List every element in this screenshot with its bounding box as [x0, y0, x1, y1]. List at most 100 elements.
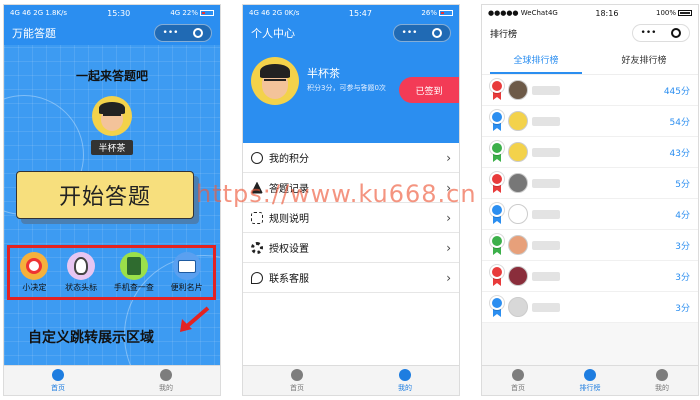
page-title: 个人中心 — [251, 27, 295, 40]
menu-label: 我的积分 — [269, 154, 309, 165]
more-icon[interactable]: ••• — [402, 28, 418, 38]
home-icon — [52, 368, 64, 381]
more-icon[interactable]: ••• — [641, 28, 657, 38]
tool-item[interactable]: 小决定 — [20, 252, 49, 293]
tab-friends-rank[interactable]: 好友排行榜 — [590, 45, 698, 74]
blurred-nickname — [532, 240, 560, 250]
tab-label: 排行榜 — [579, 383, 601, 392]
more-icon[interactable]: ••• — [163, 28, 179, 38]
tab-label: 我的 — [655, 383, 669, 392]
tab-label: 首页 — [511, 383, 525, 392]
rank-score: 3分 — [675, 241, 690, 252]
avatar — [508, 111, 528, 131]
screenshot-stage: 4G 46 2G 1.8K/s 15:30 4G 22% 万能答题 ••• 一起… — [0, 0, 700, 400]
status-time: 18:16 — [595, 8, 619, 18]
coins-icon — [251, 151, 263, 164]
close-circle-icon[interactable] — [671, 28, 682, 38]
home-icon — [291, 368, 303, 381]
status-left: 4G 46 2G 1.8K/s — [10, 9, 68, 17]
phone-profile: 4G 46 2G 0K/s 15:47 26% 个人中心 ••• 半杯茶 积分3… — [242, 4, 460, 396]
rank-score: 4分 — [675, 210, 690, 221]
battery-icon — [200, 10, 214, 16]
medal-icon — [490, 110, 504, 132]
blurred-nickname — [532, 116, 560, 126]
status-bar: 4G 46 2G 0K/s 15:47 26% — [243, 5, 459, 21]
menu-label: 授权设置 — [269, 244, 309, 255]
tab-home[interactable]: 首页 — [4, 366, 112, 395]
menu-item[interactable]: 我的积分 › — [243, 143, 459, 173]
tab-home[interactable]: 首页 — [482, 366, 554, 395]
signed-in-button[interactable]: 已签到 — [399, 77, 459, 103]
tab-label: 我的 — [159, 383, 173, 392]
rank-row[interactable]: 54分 — [482, 106, 698, 137]
tab-global-rank[interactable]: 全球排行榜 — [482, 45, 590, 74]
tool-item[interactable]: 状态头标 — [65, 252, 97, 293]
medal-icon — [490, 296, 504, 318]
rank-score: 3分 — [675, 272, 690, 283]
menu-item[interactable]: 答题记录 › — [243, 173, 459, 203]
tab-mine[interactable]: 我的 — [112, 366, 220, 395]
record-icon — [251, 181, 263, 194]
nav-bar: 个人中心 ••• — [243, 21, 459, 45]
menu-item[interactable]: 规则说明 › — [243, 203, 459, 233]
subtitle: 一起来答题吧 — [75, 69, 148, 83]
miniprogram-capsule[interactable]: ••• — [632, 24, 690, 42]
miniprogram-capsule[interactable]: ••• — [393, 24, 451, 42]
user-icon — [656, 368, 668, 381]
tab-bar: 首页 我的 — [4, 365, 220, 395]
chevron-right-icon: › — [446, 240, 451, 255]
notebook-icon — [119, 252, 148, 280]
nickname: 半杯茶 — [307, 67, 340, 80]
rank-row[interactable]: 5分 — [482, 168, 698, 199]
tab-rank[interactable]: 排行榜 — [554, 366, 626, 395]
rank-icon — [584, 368, 596, 381]
tool-label: 小决定 — [22, 283, 47, 292]
tool-label: 手机查一查 — [113, 283, 154, 292]
status-right: 4G 22% — [170, 9, 214, 17]
tab-label: 首页 — [51, 383, 65, 392]
nickname-label: 半杯茶 — [91, 140, 133, 155]
blurred-nickname — [532, 178, 560, 188]
rank-row[interactable]: 3分 — [482, 292, 698, 323]
chevron-right-icon: › — [446, 270, 451, 285]
miniprogram-capsule[interactable]: ••• — [154, 24, 212, 42]
rank-score: 5分 — [675, 179, 690, 190]
start-quiz-button[interactable]: 开始答题 — [16, 171, 194, 219]
profile-header: 半杯茶 积分3分，可参与答题0次 已签到 — [243, 45, 459, 143]
avatar — [508, 80, 528, 100]
tool-label: 便利名片 — [170, 283, 203, 292]
menu-label: 规则说明 — [269, 214, 309, 225]
avatar — [251, 57, 299, 105]
menu-label: 答题记录 — [269, 184, 309, 195]
tool-item[interactable]: 手机查一查 — [114, 252, 154, 293]
nav-bar: 排行榜 ••• — [482, 21, 698, 45]
tool-label: 状态头标 — [65, 283, 98, 292]
rank-row[interactable]: 43分 — [482, 137, 698, 168]
rank-score: 3分 — [675, 303, 690, 314]
status-bar: 4G 46 2G 1.8K/s 15:30 4G 22% — [4, 5, 220, 21]
tab-label: 首页 — [290, 383, 304, 392]
medal-icon — [490, 265, 504, 287]
rank-row[interactable]: 3分 — [482, 261, 698, 292]
tab-label: 我的 — [398, 383, 412, 392]
blurred-nickname — [532, 147, 560, 157]
rank-row[interactable]: 3分 — [482, 230, 698, 261]
points-description: 积分3分，可参与答题0次 — [307, 84, 386, 92]
tab-mine[interactable]: 我的 — [351, 366, 459, 395]
tool-item[interactable]: 便利名片 — [171, 252, 203, 293]
tab-mine[interactable]: 我的 — [626, 366, 698, 395]
menu-item[interactable]: 联系客服 › — [243, 263, 459, 293]
avatar — [508, 142, 528, 162]
close-circle-icon[interactable] — [432, 28, 443, 38]
rank-row[interactable]: 445分 — [482, 75, 698, 106]
close-circle-icon[interactable] — [193, 28, 204, 38]
custom-jump-area-text[interactable]: 自定义跳转展示区域 — [28, 327, 154, 347]
rank-row[interactable]: 4分 — [482, 199, 698, 230]
rank-list: 445分 54分 43分 5分 4分 3分 3分 3分 — [482, 75, 698, 323]
avatar — [508, 204, 528, 224]
tab-home[interactable]: 首页 — [243, 366, 351, 395]
status-left: ●●●●● WeChat4G — [488, 9, 558, 17]
page-title: 万能答题 — [12, 27, 56, 40]
medal-icon — [490, 234, 504, 256]
menu-item[interactable]: 授权设置 › — [243, 233, 459, 263]
